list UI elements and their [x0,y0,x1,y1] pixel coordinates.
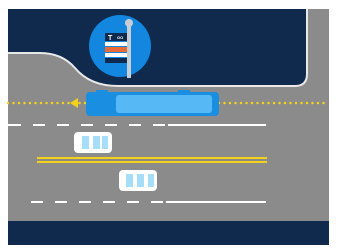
car-icon [74,132,112,153]
car-window [102,136,108,149]
car-window [82,136,89,149]
bus-icon [86,90,219,116]
car-window [126,174,133,187]
car-window [93,136,100,149]
car-window [148,174,154,187]
car-icon [119,170,157,191]
bus-stop-pole [127,26,131,78]
frame-bottom [8,221,329,245]
bus-stop-letter: T [108,35,113,42]
street-scene: T GO [0,0,337,251]
car-window [137,174,144,187]
bus-window [116,95,212,113]
street-illustration: T GO [6,9,331,245]
bus-stop-small-text: GO [117,35,123,40]
